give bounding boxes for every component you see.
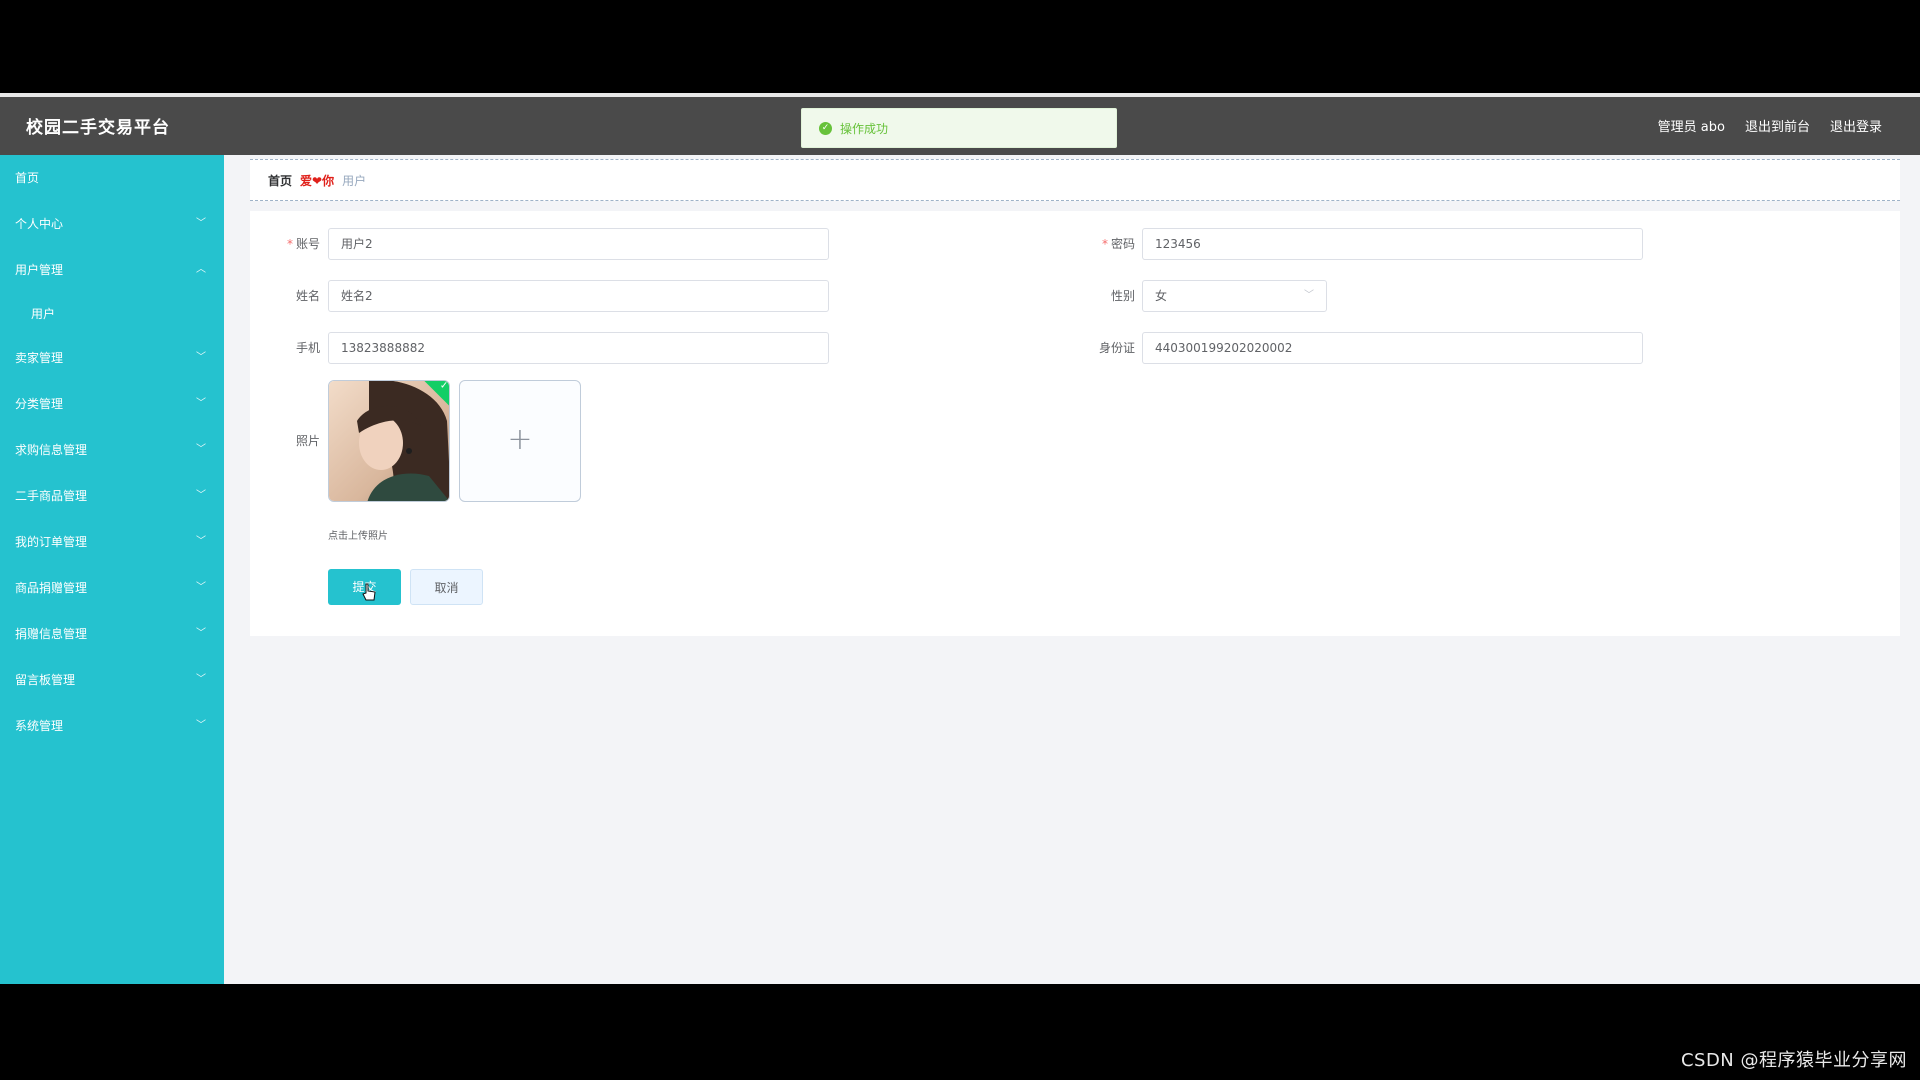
top-links: 管理员 abo 退出到前台 退出登录 [1658, 116, 1882, 135]
gender-label: 性别 [1110, 289, 1135, 303]
back-to-front-link[interactable]: 退出到前台 [1745, 116, 1810, 135]
success-check-icon: ✓ [819, 121, 832, 135]
main-content: 首页 爱❤你 用户 * 账号 用户2 * 密码 123456 姓名 姓名2 性别 女… [250, 159, 1900, 636]
admin-user-label: 管理员 abo [1657, 120, 1725, 135]
uploaded-photo-thumbnail[interactable]: ✓ [328, 380, 450, 502]
sidebar-item-label: 分类管理 [15, 397, 64, 411]
gender-select-value: 女 [1155, 289, 1168, 303]
idcard-label: 身份证 [1098, 341, 1135, 355]
chevron-down-icon: ﹀ [196, 536, 206, 547]
check-icon: ✓ [439, 380, 449, 392]
sidebar-item-personal-center[interactable]: 个人中心 ﹀ [0, 201, 224, 247]
phone-input[interactable]: 13823888882 [328, 332, 829, 364]
sidebar-item-label: 个人中心 [15, 217, 64, 231]
toast-message: 操作成功 [840, 121, 889, 136]
watermark: CSDN @程序猿毕业分享网 [1680, 1050, 1907, 1071]
sidebar-item-label: 卖家管理 [15, 351, 64, 365]
gender-select[interactable]: 女 ﹀ [1142, 280, 1327, 312]
user-edit-form: * 账号 用户2 * 密码 123456 姓名 姓名2 性别 女 ﹀ 手机 1382… [250, 211, 1900, 636]
sidebar-item-donation-info[interactable]: 捐赠信息管理 ﹀ [0, 611, 224, 657]
sidebar-item-label: 留言板管理 [15, 673, 76, 687]
chevron-down-icon: ﹀ [196, 398, 206, 409]
password-label: * 密码 [1101, 237, 1135, 251]
sidebar-item-system-management[interactable]: 系统管理 ﹀ [0, 703, 224, 749]
idcard-input[interactable]: 440300199202020002 [1142, 332, 1643, 364]
sidebar-item-label: 二手商品管理 [15, 489, 88, 503]
cancel-button[interactable]: 取消 [410, 569, 483, 605]
name-label: 姓名 [295, 289, 320, 303]
uploaded-photo-image [329, 381, 449, 501]
breadcrumb: 首页 爱❤你 用户 [250, 159, 1900, 201]
success-toast: ✓ 操作成功 [801, 108, 1117, 148]
sidebar-item-label: 求购信息管理 [15, 443, 88, 457]
chevron-down-icon: ﹀ [196, 490, 206, 501]
admin-app: 校园二手交易平台 管理员 abo 退出到前台 退出登录 首页 个人中心 ﹀ 用户… [0, 93, 1920, 984]
photo-label: 照片 [295, 434, 320, 448]
phone-label: 手机 [295, 341, 320, 355]
sidebar-item-message-board[interactable]: 留言板管理 ﹀ [0, 657, 224, 703]
sidebar-item-seller-management[interactable]: 卖家管理 ﹀ [0, 335, 224, 381]
photo-upload-button[interactable]: + [459, 380, 581, 502]
chevron-down-icon: ﹀ [196, 720, 206, 731]
chevron-down-icon: ﹀ [196, 628, 206, 639]
sidebar-item-label: 用户 [31, 307, 56, 321]
chevron-down-icon: ﹀ [196, 444, 206, 455]
plus-icon: + [507, 422, 533, 457]
breadcrumb-separator: 爱❤你 [300, 173, 335, 188]
sidebar-subitem-user[interactable]: 用户 [0, 293, 224, 335]
chevron-up-icon: ︿ [196, 264, 206, 275]
sidebar-item-home[interactable]: 首页 [0, 155, 224, 201]
chevron-down-icon: ﹀ [196, 218, 206, 229]
upload-hint: 点击上传照片 [328, 531, 388, 542]
sidebar-item-label: 首页 [15, 171, 40, 185]
logout-link[interactable]: 退出登录 [1830, 116, 1882, 135]
chevron-down-icon: ﹀ [196, 582, 206, 593]
sidebar-item-order-management[interactable]: 我的订单管理 ﹀ [0, 519, 224, 565]
account-label: * 账号 [286, 237, 320, 251]
sidebar-item-label: 商品捐赠管理 [15, 581, 88, 595]
sidebar-item-wanted-management[interactable]: 求购信息管理 ﹀ [0, 427, 224, 473]
sidebar-item-donation-goods[interactable]: 商品捐赠管理 ﹀ [0, 565, 224, 611]
breadcrumb-current: 用户 [342, 173, 367, 188]
account-input[interactable]: 用户2 [328, 228, 829, 260]
sidebar: 首页 个人中心 ﹀ 用户管理 ︿ 用户 卖家管理 ﹀ 分类管理 ﹀ 求购信息管理… [0, 155, 224, 984]
sidebar-item-goods-management[interactable]: 二手商品管理 ﹀ [0, 473, 224, 519]
breadcrumb-home[interactable]: 首页 [268, 172, 292, 189]
sidebar-item-category-management[interactable]: 分类管理 ﹀ [0, 381, 224, 427]
sidebar-item-label: 用户管理 [15, 263, 64, 277]
hand-cursor-icon [362, 583, 376, 601]
sidebar-item-label: 系统管理 [15, 719, 64, 733]
chevron-down-icon: ﹀ [1304, 290, 1314, 301]
password-input[interactable]: 123456 [1142, 228, 1643, 260]
sidebar-item-label: 捐赠信息管理 [15, 627, 88, 641]
app-title: 校园二手交易平台 [26, 118, 170, 138]
chevron-down-icon: ﹀ [196, 352, 206, 363]
chevron-down-icon: ﹀ [196, 674, 206, 685]
sidebar-item-user-management[interactable]: 用户管理 ︿ [0, 247, 224, 293]
name-input[interactable]: 姓名2 [328, 280, 829, 312]
sidebar-item-label: 我的订单管理 [15, 535, 88, 549]
